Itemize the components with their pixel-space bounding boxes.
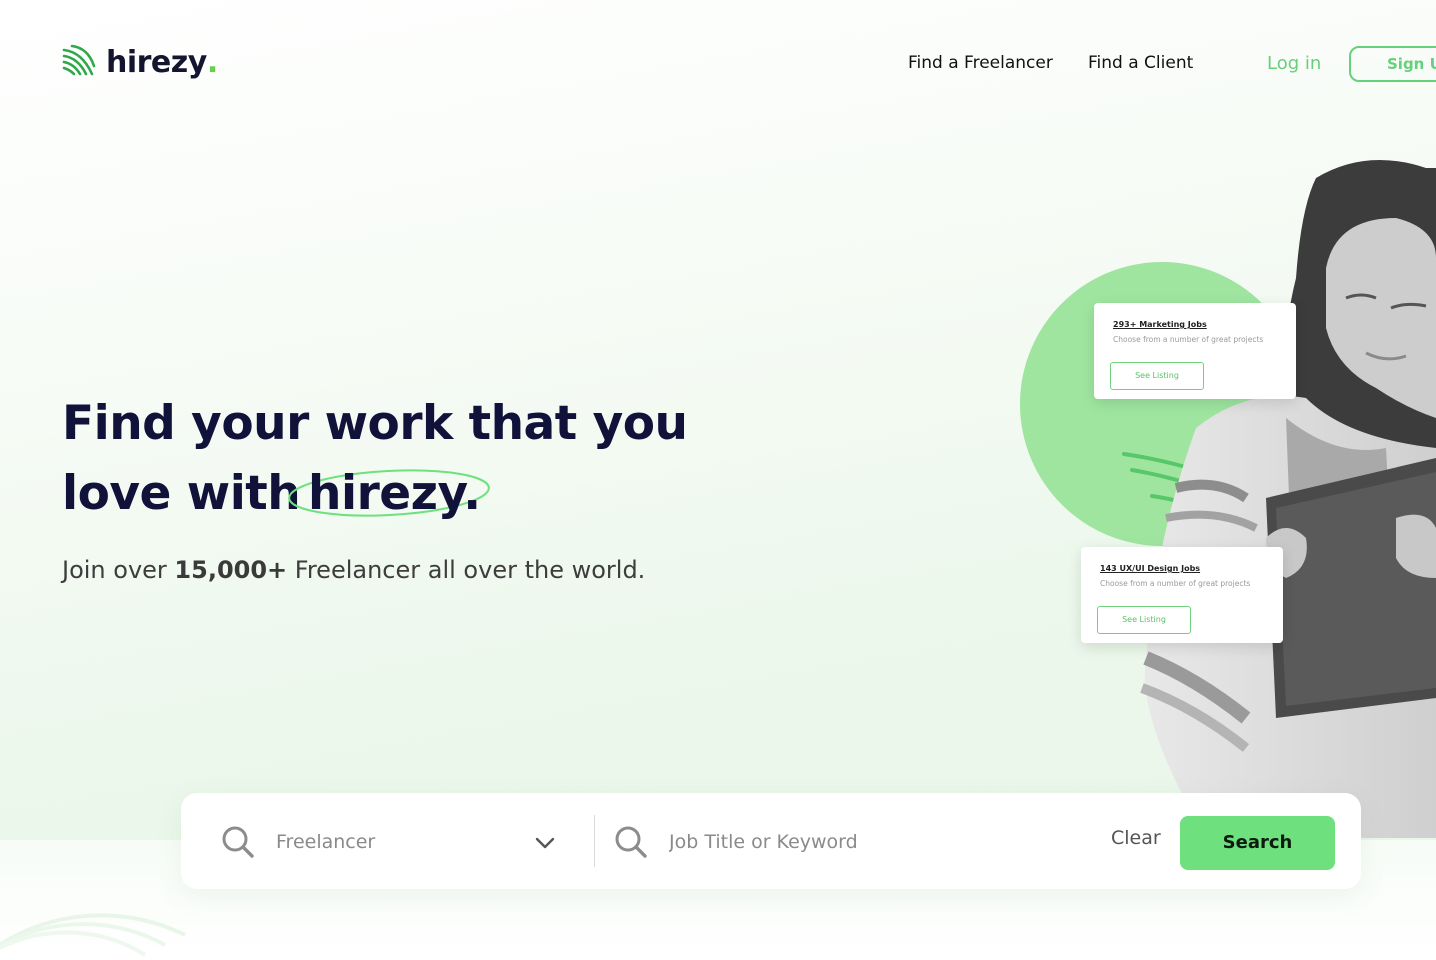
logo[interactable]: hirezy. [62, 44, 218, 80]
chevron-down-icon[interactable] [535, 837, 555, 849]
woman-with-tablet-photo [1140, 160, 1436, 838]
job-card-title: 143 UX/UI Design Jobs [1100, 564, 1201, 573]
search-bar: Freelancer Clear Search [181, 793, 1361, 889]
job-card-description: Choose from a number of great projects [1113, 335, 1264, 344]
decorative-arcs [0, 913, 186, 957]
freelancer-count: 15,000+ [174, 556, 288, 584]
search-icon [615, 826, 647, 858]
hirezy-logo-icon [62, 44, 96, 76]
search-divider [594, 815, 595, 867]
job-card-description: Choose from a number of great projects [1100, 579, 1251, 588]
nav-find-freelancer[interactable]: Find a Freelancer [908, 53, 1053, 73]
search-button[interactable]: Search [1180, 816, 1335, 870]
logo-wordmark: hirezy. [106, 44, 219, 80]
hero-brand-highlight: hirezy. [308, 466, 481, 521]
see-listing-button[interactable]: See Listing [1110, 362, 1204, 390]
clear-button[interactable]: Clear [1111, 827, 1161, 849]
see-listing-button[interactable]: See Listing [1097, 606, 1191, 634]
login-link[interactable]: Log in [1267, 53, 1321, 74]
hero-heading-line1: Find your work that you [62, 396, 688, 451]
hero-subtitle: Join over 15,000+ Freelancer all over th… [62, 556, 646, 584]
signup-button[interactable]: Sign Up [1349, 46, 1436, 82]
job-card-marketing: 293+ Marketing Jobs Choose from a number… [1094, 303, 1296, 399]
job-card-title: 293+ Marketing Jobs [1113, 320, 1207, 329]
search-icon [222, 826, 254, 858]
category-select[interactable]: Freelancer [276, 831, 375, 853]
hero-heading-line2: love with [62, 466, 301, 521]
nav-find-client[interactable]: Find a Client [1088, 53, 1193, 73]
job-card-uxui-design: 143 UX/UI Design Jobs Choose from a numb… [1081, 547, 1283, 643]
keyword-search-input[interactable] [669, 831, 1069, 853]
